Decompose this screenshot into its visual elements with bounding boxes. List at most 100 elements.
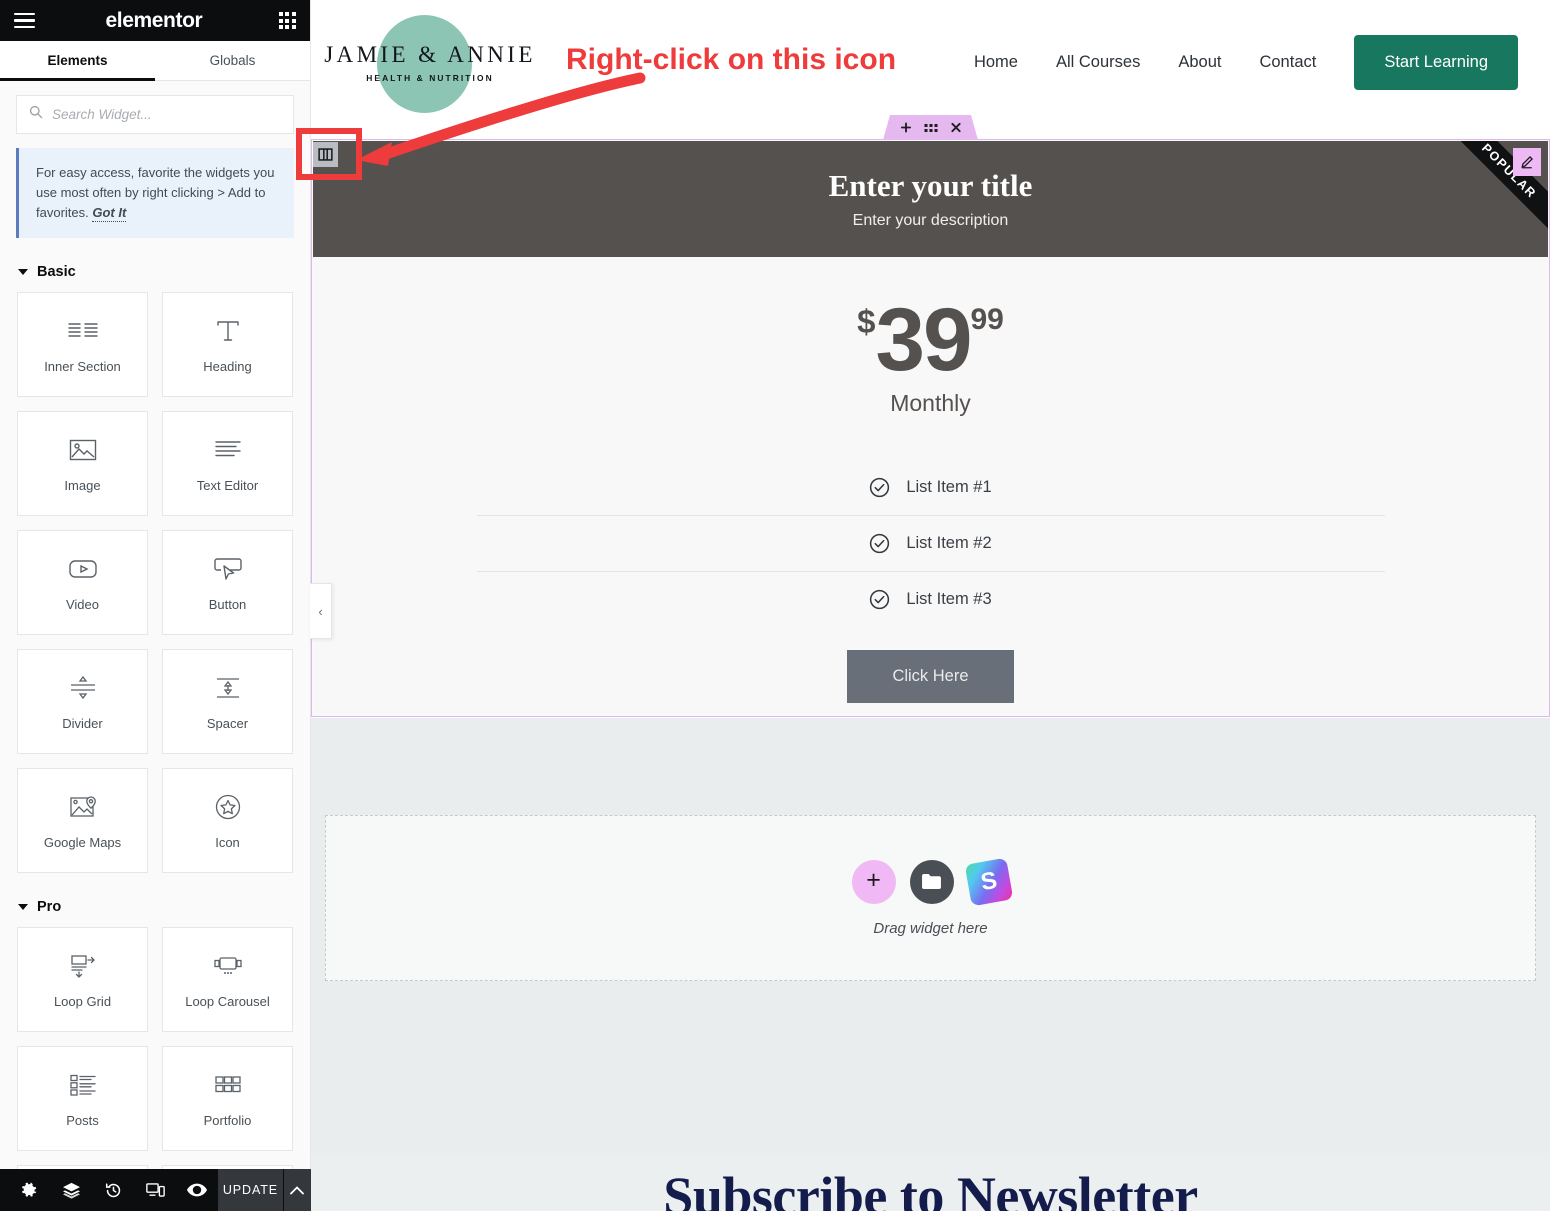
tab-globals[interactable]: Globals bbox=[155, 41, 310, 80]
search-icon bbox=[29, 105, 43, 124]
panel-bottom-bar: UPDATE bbox=[0, 1169, 311, 1211]
widget-label: Spacer bbox=[206, 715, 249, 731]
widget-posts[interactable]: Posts bbox=[17, 1046, 148, 1152]
widget-button[interactable]: Button bbox=[162, 530, 293, 636]
google-maps-icon bbox=[66, 792, 100, 822]
widget-label: Video bbox=[65, 596, 99, 612]
annotation-text: Right-click on this icon bbox=[566, 43, 897, 76]
pricing-description[interactable]: Enter your description bbox=[853, 212, 1009, 230]
responsive-mode-icon[interactable] bbox=[134, 1169, 176, 1211]
apps-grid-icon[interactable] bbox=[278, 11, 296, 30]
site-logo[interactable]: JAMIE & ANNIE HEALTH & NUTRITION bbox=[324, 7, 535, 117]
widget-divider[interactable]: Divider bbox=[17, 649, 148, 755]
widget-google-maps[interactable]: Google Maps bbox=[17, 768, 148, 874]
widget-dropzone[interactable]: + S Drag widget here bbox=[325, 815, 1536, 981]
search-input[interactable] bbox=[52, 107, 281, 122]
plus-circle-icon[interactable]: + bbox=[851, 859, 896, 904]
nav-item-all-courses[interactable]: All Courses bbox=[1056, 53, 1140, 72]
empty-section-band: + S Drag widget here bbox=[311, 718, 1550, 1153]
loop-grid-icon bbox=[66, 951, 100, 981]
pricing-header: POPULAR Enter your title Enter your desc… bbox=[313, 141, 1548, 257]
star-icon bbox=[211, 792, 245, 822]
category-header-basic[interactable]: Basic bbox=[0, 238, 310, 292]
nav-item-contact[interactable]: Contact bbox=[1259, 53, 1316, 72]
nav-item-about[interactable]: About bbox=[1178, 53, 1221, 72]
price-row: $ 39 99 bbox=[313, 295, 1548, 384]
navigator-icon[interactable] bbox=[50, 1169, 92, 1211]
chevron-down-icon bbox=[18, 904, 28, 911]
section-handle-toolbar bbox=[883, 115, 978, 140]
check-circle-icon bbox=[869, 477, 890, 498]
expand-bar-icon[interactable] bbox=[282, 1169, 311, 1211]
category-label: Pro bbox=[37, 899, 62, 916]
logo-sub-text: HEALTH & NUTRITION bbox=[366, 72, 494, 83]
notice-text: For easy access, favorite the widgets yo… bbox=[36, 165, 275, 221]
history-icon[interactable] bbox=[92, 1169, 134, 1211]
settings-icon[interactable] bbox=[8, 1169, 50, 1211]
folder-icon[interactable] bbox=[909, 859, 954, 904]
pricing-section[interactable]: POPULAR Enter your title Enter your desc… bbox=[311, 139, 1550, 717]
elementor-logo: elementor bbox=[105, 8, 203, 32]
preview-icon[interactable] bbox=[176, 1169, 218, 1211]
posts-icon bbox=[66, 1070, 100, 1100]
pricing-title[interactable]: Enter your title bbox=[829, 168, 1033, 204]
pricing-table-widget[interactable]: POPULAR Enter your title Enter your desc… bbox=[313, 141, 1548, 715]
video-icon bbox=[66, 554, 100, 584]
widget-label: Inner Section bbox=[44, 358, 121, 374]
notice-got-it-link[interactable]: Got It bbox=[92, 205, 127, 223]
widget-label: Heading bbox=[203, 358, 252, 374]
column-layout-icon[interactable] bbox=[313, 142, 338, 167]
widget-text-editor[interactable]: Text Editor bbox=[162, 411, 293, 517]
pricing-feature-list: List Item #1 List Item #2 List Item #3 bbox=[476, 459, 1385, 627]
close-icon[interactable] bbox=[950, 122, 961, 133]
loop-carousel-icon bbox=[211, 951, 245, 981]
site-header: JAMIE & ANNIE HEALTH & NUTRITION Home Al… bbox=[311, 0, 1550, 124]
nav-item-home[interactable]: Home bbox=[974, 53, 1018, 72]
list-item-label: List Item #2 bbox=[906, 534, 992, 552]
inner-section-icon bbox=[66, 316, 100, 346]
pricing-body: $ 39 99 Monthly List Item #1 List Item #… bbox=[313, 257, 1548, 715]
pricing-cta-button[interactable]: Click Here bbox=[847, 650, 1014, 703]
widget-spacer[interactable]: Spacer bbox=[162, 649, 293, 755]
heading-icon bbox=[211, 316, 245, 346]
widget-video[interactable]: Video bbox=[17, 530, 148, 636]
widget-label: Portfolio bbox=[203, 1112, 252, 1128]
list-item: List Item #2 bbox=[476, 515, 1385, 571]
search-box[interactable] bbox=[16, 95, 294, 134]
bottom-bar-icons bbox=[0, 1169, 218, 1211]
widget-label: Icon bbox=[215, 834, 240, 850]
widget-loop-grid[interactable]: Loop Grid bbox=[17, 927, 148, 1033]
widgets-scroll-area[interactable]: Basic Inner Section Heading Image Text E… bbox=[0, 238, 310, 1211]
tab-elements[interactable]: Elements bbox=[0, 41, 155, 81]
plus-icon[interactable] bbox=[900, 122, 911, 133]
widget-portfolio[interactable]: Portfolio bbox=[162, 1046, 293, 1152]
widget-label: Loop Carousel bbox=[185, 993, 270, 1009]
panel-collapse-toggle[interactable]: ‹ bbox=[310, 583, 332, 639]
newsletter-section[interactable]: Subscribe to Newsletter bbox=[311, 1153, 1550, 1211]
check-circle-icon bbox=[869, 589, 890, 610]
drag-handle-icon[interactable] bbox=[924, 124, 937, 132]
widget-loop-carousel[interactable]: Loop Carousel bbox=[162, 927, 293, 1033]
portfolio-icon bbox=[211, 1070, 245, 1100]
start-learning-button[interactable]: Start Learning bbox=[1354, 34, 1518, 90]
site-nav: Home All Courses About Contact Start Lea… bbox=[974, 34, 1530, 90]
widget-label: Loop Grid bbox=[53, 993, 112, 1009]
category-header-pro[interactable]: Pro bbox=[0, 873, 310, 927]
divider-icon bbox=[66, 673, 100, 703]
update-button[interactable]: UPDATE bbox=[218, 1169, 283, 1211]
widget-heading[interactable]: Heading bbox=[162, 292, 293, 398]
widget-inner-section[interactable]: Inner Section bbox=[17, 292, 148, 398]
search-section bbox=[0, 81, 310, 140]
editor-canvas: JAMIE & ANNIE HEALTH & NUTRITION Home Al… bbox=[311, 0, 1550, 1211]
check-circle-icon bbox=[869, 533, 890, 554]
edit-pencil-icon[interactable] bbox=[1513, 148, 1541, 176]
dropzone-label: Drag widget here bbox=[873, 919, 988, 937]
list-item: List Item #3 bbox=[476, 571, 1385, 627]
elementor-editor: elementor Elements Globals For easy acce… bbox=[0, 0, 1550, 1211]
price-amount: 39 bbox=[875, 289, 972, 389]
kit-library-icon[interactable]: S bbox=[964, 857, 1013, 906]
dropzone-icons: + S bbox=[851, 857, 1013, 906]
kit-glyph: S bbox=[978, 866, 999, 896]
widget-icon[interactable]: Icon bbox=[162, 768, 293, 874]
widget-image[interactable]: Image bbox=[17, 411, 148, 517]
